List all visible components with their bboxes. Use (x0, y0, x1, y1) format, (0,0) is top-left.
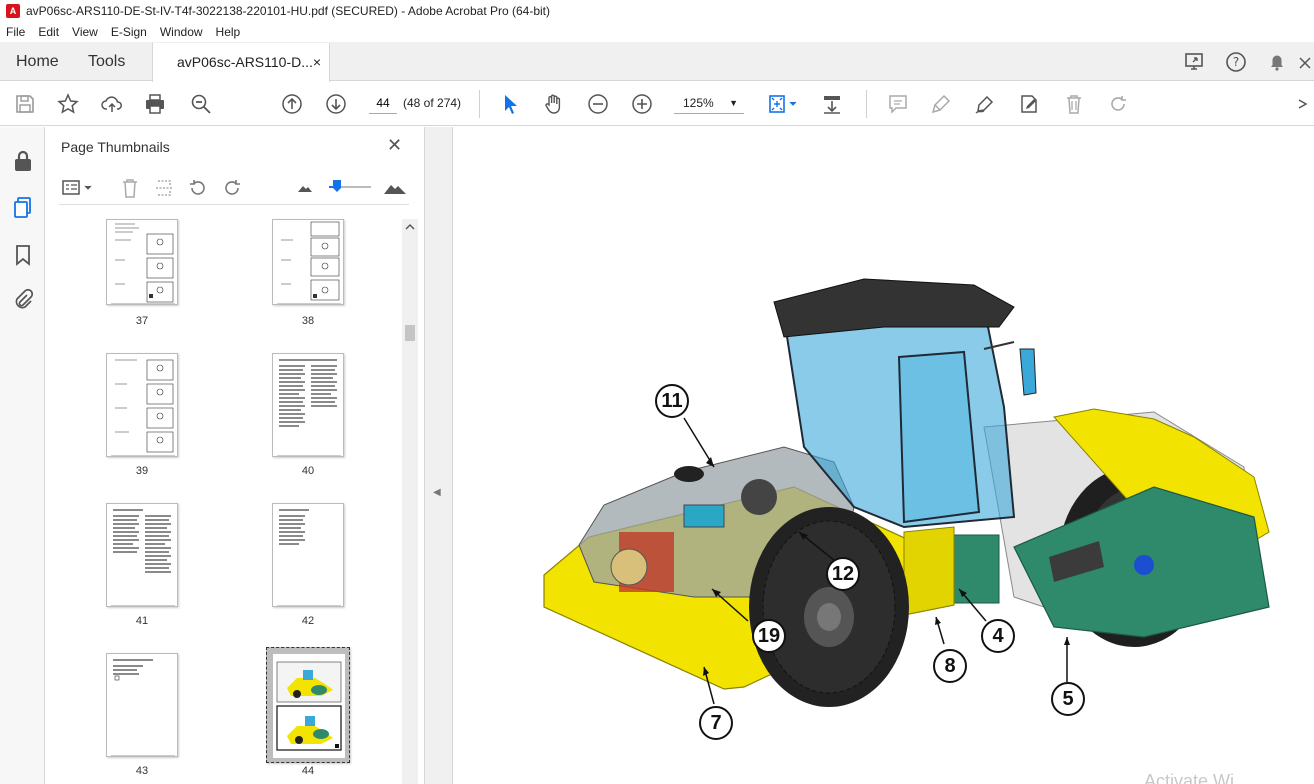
document-view[interactable]: 11 12 19 4 8 5 7 Activate Wi (454, 127, 1314, 784)
page-count-label: (48 of 274) (403, 96, 462, 110)
thumbnail-page-number: 37 (135, 315, 149, 327)
tab-document-label: avP06sc-ARS110-D... (177, 54, 313, 70)
menu-esign[interactable]: E-Sign (111, 25, 147, 39)
menu-window[interactable]: Window (160, 25, 203, 39)
upload-cloud-icon[interactable] (100, 92, 124, 116)
scroll-up-icon[interactable] (402, 219, 418, 235)
tab-close-icon[interactable]: × (313, 43, 321, 81)
close-icon[interactable] (1298, 51, 1312, 73)
toolbar-divider (479, 90, 480, 118)
thumbnail-page-number: 39 (135, 465, 149, 477)
chevron-down-icon: ▼ (729, 98, 738, 108)
extract-page-icon[interactable] (153, 177, 175, 199)
tab-tools[interactable]: Tools (88, 42, 125, 81)
more-tools-icon[interactable] (1296, 92, 1310, 116)
title-bar: A avP06sc-ARS110-DE-St-IV-T4f-3022138-22… (0, 0, 1314, 22)
print-icon[interactable] (143, 92, 167, 116)
menu-edit[interactable]: Edit (38, 25, 59, 39)
small-thumbnails-icon[interactable] (295, 177, 315, 199)
delete-page-icon[interactable] (119, 177, 141, 199)
tab-document[interactable]: avP06sc-ARS110-D... × (152, 43, 330, 82)
menu-bar: File Edit View E-Sign Window Help (0, 22, 1314, 42)
zoom-in-icon[interactable] (630, 92, 654, 116)
draw-pen-icon[interactable] (973, 92, 997, 116)
thumbnail-page-number: 44 (301, 765, 315, 777)
thumbnail-size-slider[interactable] (325, 177, 385, 199)
callout-19: 19 (752, 619, 786, 653)
save-icon[interactable] (13, 92, 37, 116)
callout-4: 4 (981, 619, 1015, 653)
tab-home[interactable]: Home (16, 42, 59, 81)
zoom-dropdown[interactable]: 125% ▼ (674, 92, 744, 114)
thumbnail-page-number: 43 (135, 765, 149, 777)
menu-view[interactable]: View (72, 25, 98, 39)
thumbnail-page-number: 41 (135, 615, 149, 627)
help-icon[interactable]: ? (1225, 51, 1247, 73)
scrollbar-thumb[interactable] (405, 325, 415, 341)
lock-icon[interactable] (11, 149, 35, 173)
thumbnails-scrollbar[interactable] (402, 219, 418, 784)
page-thumbnail-37[interactable] (106, 219, 178, 305)
thumbnail-page-number: 42 (301, 615, 315, 627)
page-thumbnails-icon[interactable] (11, 195, 35, 219)
zoom-out-icon[interactable] (586, 92, 610, 116)
notifications-bell-icon[interactable] (1266, 51, 1288, 73)
thumbnail-toolbar (59, 177, 409, 205)
next-page-icon[interactable] (324, 92, 348, 116)
bookmark-star-icon[interactable] (56, 92, 80, 116)
highlight-pen-icon[interactable] (929, 92, 953, 116)
activation-watermark: Activate Wi (1144, 771, 1235, 784)
compactor-illustration (543, 278, 1270, 707)
tab-bar: Home Tools avP06sc-ARS110-D... × ? (0, 42, 1314, 82)
page-thumbnail-44-selected[interactable] (266, 647, 350, 763)
options-menu-icon[interactable] (61, 177, 92, 199)
panel-title: Page Thumbnails (61, 139, 170, 155)
page-thumbnail-39[interactable] (106, 353, 178, 457)
share-screen-icon[interactable] (1184, 51, 1206, 73)
previous-page-icon[interactable] (280, 92, 304, 116)
hand-tool-icon[interactable] (542, 92, 566, 116)
thumbnail-page-number: 38 (301, 315, 315, 327)
fit-page-icon[interactable] (766, 92, 800, 116)
svg-text:?: ? (1233, 55, 1239, 69)
select-cursor-icon[interactable] (498, 92, 522, 116)
bookmarks-icon[interactable] (11, 243, 35, 267)
acrobat-app-icon: A (6, 4, 20, 18)
collapse-panel-icon[interactable]: ◀ (433, 487, 441, 498)
page-number-input[interactable] (369, 92, 397, 114)
callout-11: 11 (655, 384, 689, 418)
page-thumbnail-40[interactable] (272, 353, 344, 457)
thumbnails-panel: Page Thumbnails ✕ 37 38 39 40 41 42 43 4… (45, 127, 425, 784)
callout-8: 8 (933, 649, 967, 683)
large-thumbnails-icon[interactable] (383, 177, 409, 199)
close-panel-icon[interactable]: ✕ (387, 135, 402, 156)
edit-document-icon[interactable] (1017, 92, 1041, 116)
rotate-left-icon[interactable] (187, 177, 209, 199)
page-thumbnail-41[interactable] (106, 503, 178, 607)
zoom-value: 125% (683, 96, 714, 110)
comment-icon[interactable] (886, 92, 910, 116)
scroll-mode-icon[interactable] (820, 92, 844, 116)
page-thumbnail-42[interactable] (272, 503, 344, 607)
main-toolbar: (48 of 274) 125% ▼ (0, 82, 1314, 126)
panel-splitter[interactable]: ◀ (425, 127, 453, 784)
attachments-paperclip-icon[interactable] (11, 288, 35, 312)
navigation-rail (0, 127, 45, 784)
delete-trash-icon[interactable] (1062, 92, 1086, 116)
redo-icon[interactable] (1106, 92, 1130, 116)
thumbnail-page-number: 40 (301, 465, 315, 477)
page-thumbnail-38[interactable] (272, 219, 344, 305)
page-thumbnail-43[interactable] (106, 653, 178, 757)
callout-12: 12 (826, 557, 860, 591)
menu-file[interactable]: File (6, 25, 25, 39)
zoom-search-icon[interactable] (189, 92, 213, 116)
callout-7: 7 (699, 706, 733, 740)
callout-5: 5 (1051, 682, 1085, 716)
toolbar-divider (866, 90, 867, 118)
rotate-right-icon[interactable] (221, 177, 243, 199)
window-title: avP06sc-ARS110-DE-St-IV-T4f-3022138-2201… (26, 4, 551, 18)
menu-help[interactable]: Help (216, 25, 241, 39)
